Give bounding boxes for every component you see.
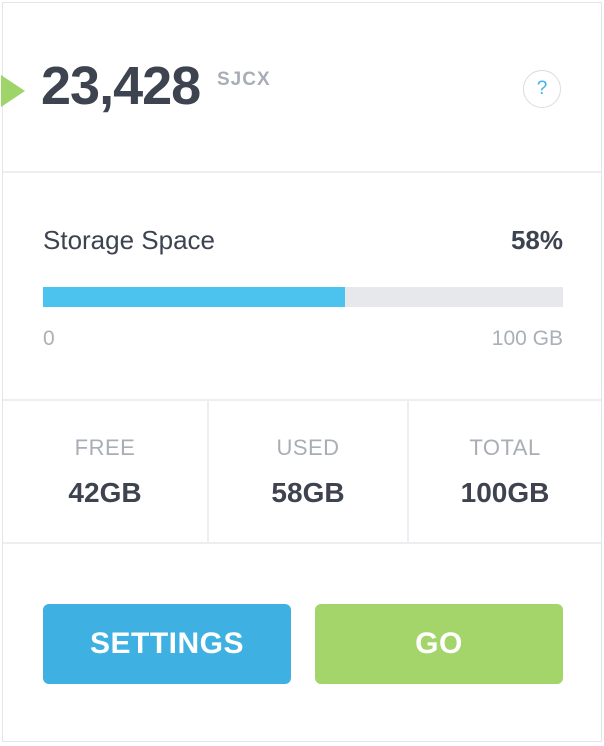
settings-button[interactable]: SETTINGS (43, 604, 291, 684)
storage-title: Storage Space (43, 225, 216, 255)
stat-label: FREE (74, 435, 136, 460)
balance-section: 23,428 SJCX ? (1, 3, 601, 173)
help-icon[interactable]: ? (523, 70, 561, 108)
storage-progress-fill (43, 287, 345, 307)
storage-widget: 23,428 SJCX ? Storage Space 58% 0 100 GB… (1, 2, 602, 742)
stats-row: FREE 42GB USED 58GB TOTAL 100GB (3, 401, 601, 544)
pointer-arrow-icon (1, 75, 25, 107)
storage-percent: 58% (510, 225, 563, 255)
progress-max-label: 100 GB (491, 327, 563, 350)
stat-free: FREE 42GB (3, 401, 207, 542)
balance-unit: SJCX (217, 69, 271, 90)
stat-value: 58GB (271, 477, 345, 508)
stat-used: USED 58GB (207, 401, 407, 542)
go-button[interactable]: GO (315, 604, 563, 684)
balance-amount: 23,428 (41, 56, 201, 116)
stat-label: TOTAL (469, 435, 541, 460)
stat-value: 42GB (68, 477, 142, 508)
stat-label: USED (276, 435, 340, 460)
storage-progress-bar (43, 287, 563, 307)
storage-section: Storage Space 58% 0 100 GB (3, 173, 601, 401)
stat-value: 100GB (460, 477, 550, 508)
progress-min-label: 0 (43, 327, 55, 350)
stat-total: TOTAL 100GB (407, 401, 601, 542)
